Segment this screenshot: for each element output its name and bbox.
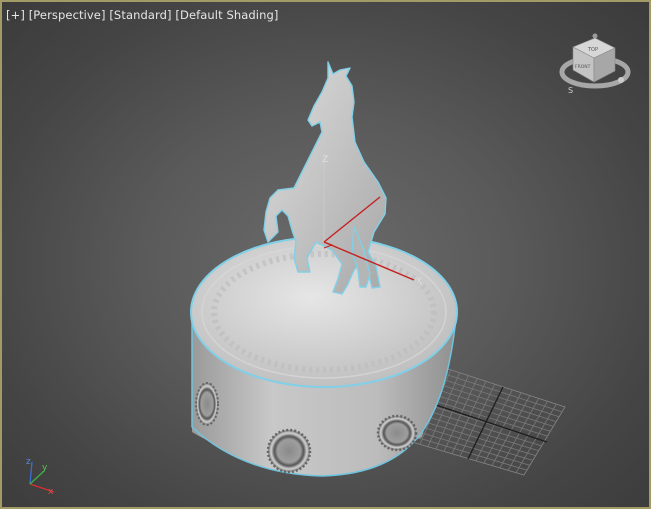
viewcube-compass-marker [618, 77, 624, 83]
axis-z-label: z [26, 457, 31, 467]
gizmo-x-label: X [416, 277, 422, 287]
perspective-viewport[interactable]: [+] [Perspective] [Standard] [Default Sh… [0, 0, 651, 509]
axis-tripod: z y x [26, 457, 55, 497]
compass-south-label: S [568, 86, 573, 95]
axis-y-label: y [42, 463, 48, 473]
viewcube-front-face[interactable]: FRONT [575, 64, 591, 70]
grid-line [475, 389, 513, 462]
pedestal-rosette [195, 382, 219, 426]
viewcube[interactable]: TOP FRONT S [559, 33, 631, 96]
viewcube-top-face[interactable]: TOP [587, 47, 598, 53]
pedestal-cylinder[interactable] [190, 236, 458, 477]
gizmo-z-label: Z [322, 155, 328, 165]
viewcube-home-icon[interactable] [592, 33, 598, 39]
axis-x-label: x [48, 487, 54, 497]
pedestal-rosette [376, 414, 418, 452]
grid-line [483, 392, 522, 464]
pedestal-rosette [266, 428, 312, 474]
scene-canvas[interactable]: Z X TOP FRONT S z y x [2, 2, 651, 509]
